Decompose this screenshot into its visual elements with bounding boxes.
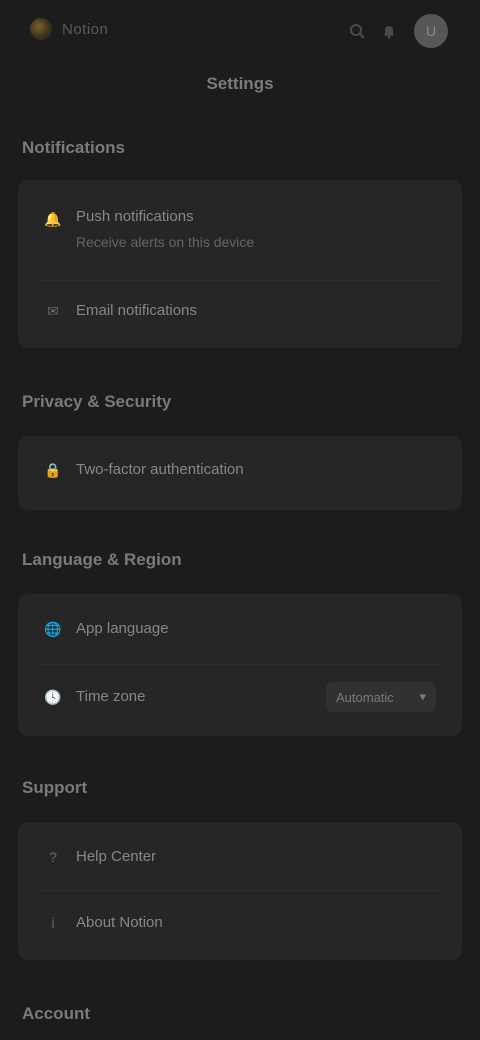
setting-label: App language — [76, 620, 169, 637]
privacy-card: 🔒 Two-factor authentication — [18, 436, 462, 510]
notifications-card: 🔔 Push notifications Receive alerts on t… — [18, 180, 462, 348]
setting-label: Email notifications — [76, 302, 197, 319]
setting-row-push[interactable]: 🔔 Push notifications Receive alerts on t… — [18, 208, 462, 268]
chevron-down-icon: ▾ — [419, 689, 426, 704]
setting-row-about[interactable]: i About Notion — [18, 914, 462, 938]
avatar[interactable]: U — [414, 14, 448, 48]
setting-label: Two-factor authentication — [76, 461, 244, 478]
app-logo[interactable]: Notion — [30, 18, 108, 40]
timezone-select[interactable]: Automatic ▾ — [326, 682, 436, 712]
setting-label: Push notifications — [76, 208, 194, 225]
setting-label: Help Center — [76, 848, 157, 865]
language-card: 🌐 App language 🕓 Time zone Automatic ▾ — [18, 594, 462, 736]
top-bar: Notion U — [0, 0, 480, 64]
divider — [38, 664, 442, 665]
setting-label: Time zone — [76, 688, 146, 705]
setting-row-language[interactable]: 🌐 App language — [18, 620, 462, 644]
globe-icon: 🌐 — [44, 620, 62, 637]
page-title: Settings — [206, 74, 274, 93]
setting-label: About Notion — [76, 914, 163, 931]
timezone-value: Automatic — [336, 689, 394, 705]
section-title-support: Support — [22, 778, 88, 797]
lock-icon: 🔒 — [44, 461, 62, 478]
divider — [38, 890, 442, 891]
app-name: Notion — [62, 20, 109, 38]
setting-row-timezone[interactable]: 🕓 Time zone Automatic ▾ — [18, 682, 462, 716]
setting-description: Receive alerts on this device — [76, 234, 255, 250]
settings-screen: Notion U Settings Notifications 🔔 Push n… — [0, 0, 480, 1040]
search-icon[interactable] — [346, 20, 368, 42]
section-title-notifications: Notifications — [22, 138, 125, 157]
info-icon: i — [51, 915, 55, 931]
section-title-account: Account — [22, 1004, 90, 1023]
setting-row-email[interactable]: ✉ Email notifications — [18, 302, 462, 326]
mail-icon: ✉ — [47, 302, 59, 319]
help-icon: ? — [49, 849, 57, 865]
bell-icon[interactable] — [378, 20, 400, 42]
bell-icon: 🔔 — [44, 210, 62, 227]
logo-icon — [30, 18, 52, 40]
setting-row-2fa[interactable]: 🔒 Two-factor authentication — [18, 461, 462, 485]
clock-icon: 🕓 — [44, 688, 62, 705]
section-title-language: Language & Region — [22, 550, 182, 569]
support-card: ? Help Center i About Notion — [18, 822, 462, 960]
section-title-privacy: Privacy & Security — [22, 392, 172, 411]
divider — [38, 280, 442, 281]
setting-row-help[interactable]: ? Help Center — [18, 848, 462, 872]
